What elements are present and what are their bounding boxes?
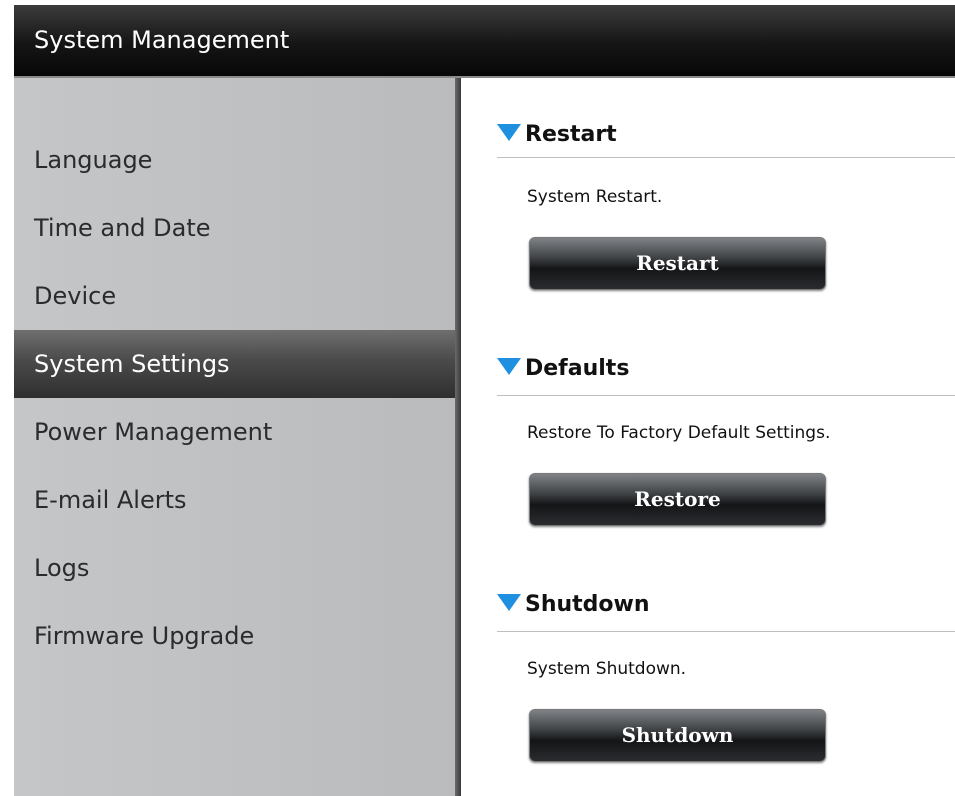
section-title-restart: Restart	[497, 120, 617, 150]
sidebar-item-email-alerts[interactable]: E-mail Alerts	[14, 466, 455, 534]
triangle-down-icon	[497, 123, 521, 141]
restart-description: System Restart.	[527, 187, 663, 207]
section-title-shutdown-text: Shutdown	[525, 592, 650, 617]
shutdown-description: System Shutdown.	[527, 659, 687, 679]
section-title-shutdown: Shutdown	[497, 590, 650, 620]
divider-restart	[497, 157, 955, 158]
page-title: System Management	[34, 26, 290, 54]
triangle-down-icon	[497, 593, 521, 611]
sidebar-item-device[interactable]: Device	[14, 262, 455, 330]
section-title-defaults: Defaults	[497, 354, 629, 384]
sidebar-item-logs[interactable]: Logs	[14, 534, 455, 602]
triangle-down-icon	[497, 357, 521, 375]
restart-button[interactable]: Restart	[529, 237, 826, 290]
divider-defaults	[497, 395, 955, 396]
sidebar-item-system-settings[interactable]: System Settings	[14, 330, 455, 398]
sidebar-item-language[interactable]: Language	[14, 126, 455, 194]
section-title-restart-text: Restart	[525, 122, 617, 147]
restore-button[interactable]: Restore	[529, 473, 826, 526]
section-title-defaults-text: Defaults	[525, 356, 630, 381]
sidebar-item-power-management[interactable]: Power Management	[14, 398, 455, 466]
sidebar-item-time-and-date[interactable]: Time and Date	[14, 194, 455, 262]
defaults-description: Restore To Factory Default Settings.	[527, 423, 831, 443]
shutdown-button[interactable]: Shutdown	[529, 709, 826, 762]
sidebar: Language Time and Date Device System Set…	[14, 78, 461, 796]
divider-shutdown	[497, 631, 955, 632]
sidebar-item-firmware-upgrade[interactable]: Firmware Upgrade	[14, 602, 455, 670]
header-bar: System Management	[14, 5, 955, 78]
